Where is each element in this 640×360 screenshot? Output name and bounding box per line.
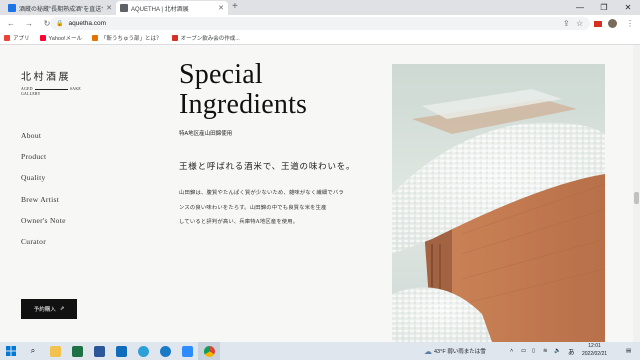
forward-button[interactable]: → bbox=[22, 17, 36, 31]
bookmark-item[interactable]: オーブン飲み会の作成... bbox=[171, 34, 240, 42]
browser-toolbar: ← → ↻ 🔒 aquetha.com ⇪ ☆ ⋮ bbox=[0, 15, 640, 32]
windows-logo-icon bbox=[6, 346, 16, 356]
close-window-button[interactable]: ✕ bbox=[616, 0, 640, 15]
word-icon[interactable] bbox=[88, 342, 110, 360]
maximize-button[interactable]: ❐ bbox=[592, 0, 616, 15]
body-line: 山田錦は、腹質やたんぱく質が少ないため、雑味がなく繊細でバラ bbox=[179, 190, 344, 196]
ime-indicator[interactable]: あ bbox=[568, 342, 575, 360]
tab-inactive[interactable]: 酒蔵の秘蔵"長期熟成酒"を直送サ... ✕ bbox=[4, 1, 116, 15]
bookmarks-bar: アプリ Yahoo!メール 「斬うちゅう部」とは？ オーブン飲み会の作成... bbox=[0, 32, 640, 45]
tab-active[interactable]: AQUETHA | 北村酒展 ✕ bbox=[116, 1, 228, 15]
start-button[interactable] bbox=[0, 342, 22, 360]
edge-dev-icon[interactable] bbox=[154, 342, 176, 360]
bookmark-label: アプリ bbox=[13, 36, 30, 42]
bookmark-yahoo[interactable]: Yahoo!メール bbox=[39, 34, 83, 42]
site-logo[interactable]: 北村酒展 Aged Sake Gallery bbox=[21, 68, 81, 96]
body-line: していると評判が高い、兵庫特A地区産を使用。 bbox=[179, 219, 299, 226]
external-link-icon: ⇗ bbox=[59, 306, 65, 312]
page-title: Special Ingredients bbox=[179, 60, 307, 120]
section-body: 山田錦は、腹質やたんぱく質が少ないため、雑味がなく繊細でバラ ンスの良い味わいを… bbox=[179, 186, 379, 230]
logo-sub-left: Aged bbox=[21, 87, 33, 91]
apps-grid-icon bbox=[4, 35, 10, 41]
battery-icon[interactable]: ▯ bbox=[532, 342, 535, 360]
address-bar[interactable]: 🔒 aquetha.com bbox=[50, 17, 590, 30]
title-line-1: Special bbox=[179, 59, 263, 90]
tab-close-icon[interactable]: ✕ bbox=[218, 4, 224, 12]
chevron-up-icon[interactable]: ˄ bbox=[510, 342, 513, 360]
weather-widget[interactable]: ☁ 43°F 弱い雨または雪 bbox=[424, 342, 486, 360]
tab-title: AQUETHA | 北村酒展 bbox=[131, 6, 189, 13]
file-explorer-icon[interactable] bbox=[44, 342, 66, 360]
search-icon[interactable]: ⌕ bbox=[22, 342, 44, 360]
logo-kanji: 北村酒展 bbox=[21, 72, 71, 83]
wifi-icon[interactable]: ≋ bbox=[543, 342, 548, 360]
bookmark-item[interactable]: 「斬うちゅう部」とは？ bbox=[92, 34, 162, 42]
body-line: ンスの良い味わいをたらす。山田錦の中でも良質な米を生産 bbox=[179, 204, 327, 211]
tab-favicon-icon bbox=[8, 4, 16, 12]
rice-photo bbox=[392, 64, 605, 342]
zoom-icon[interactable] bbox=[176, 342, 198, 360]
tab-favicon-icon bbox=[120, 4, 128, 12]
lock-icon: 🔒 bbox=[56, 21, 64, 27]
bookmark-apps[interactable]: アプリ bbox=[4, 34, 30, 42]
logo-subtitle: Aged Sake bbox=[21, 87, 81, 91]
system-clock[interactable]: 12:01 2022/02/21 bbox=[582, 343, 607, 358]
tab-title: 酒蔵の秘蔵"長期熟成酒"を直送サ... bbox=[19, 6, 104, 13]
chrome-icon[interactable] bbox=[198, 342, 220, 360]
yahoo-icon bbox=[39, 35, 46, 41]
page-subtitle: 特A地区産山田錦使用 bbox=[179, 131, 233, 137]
excel-icon[interactable] bbox=[66, 342, 88, 360]
edge-icon[interactable] bbox=[132, 342, 154, 360]
url-text: aquetha.com bbox=[68, 20, 107, 27]
scrollbar-thumb[interactable] bbox=[634, 192, 639, 204]
browser-titlebar: 酒蔵の秘蔵"長期熟成酒"を直送サ... ✕ AQUETHA | 北村酒展 ✕ +… bbox=[0, 0, 640, 15]
nav-brew-artist[interactable]: Brew Artist bbox=[21, 195, 66, 216]
bookmark-label: Yahoo!メール bbox=[48, 36, 83, 42]
nav-curator[interactable]: Curator bbox=[21, 237, 66, 258]
reserve-button[interactable]: 予約購入 ⇗ bbox=[21, 299, 77, 319]
weather-text: 43°F 弱い雨または雪 bbox=[434, 349, 486, 355]
new-tab-button[interactable]: + bbox=[232, 1, 238, 12]
back-button[interactable]: ← bbox=[4, 17, 18, 31]
menu-icon[interactable]: ⋮ bbox=[626, 16, 634, 31]
bookmark-favicon-icon bbox=[171, 35, 178, 41]
logo-sub-right: Sake bbox=[69, 87, 81, 91]
logo-divider bbox=[34, 88, 68, 90]
windows-taskbar: ⌕ ☁ 43°F 弱い雨または雪 ˄ ▭ ▯ ≋ 🔈 あ 12:01 2022/… bbox=[0, 342, 640, 360]
clock-time: 12:01 bbox=[588, 343, 601, 349]
bookmark-label: 「斬うちゅう部」とは？ bbox=[101, 36, 162, 42]
outlook-icon[interactable] bbox=[110, 342, 132, 360]
title-line-2: Ingredients bbox=[179, 89, 308, 120]
clock-date: 2022/02/21 bbox=[582, 350, 608, 357]
side-navigation: About Product Quality Brew Artist Owner'… bbox=[21, 131, 66, 258]
network-icon[interactable]: ▭ bbox=[521, 342, 526, 360]
rice-masu-illustration bbox=[392, 64, 605, 342]
bookmark-label: オーブン飲み会の作成... bbox=[180, 36, 240, 42]
bookmark-star-icon[interactable]: ☆ bbox=[576, 16, 583, 31]
cloud-icon: ☁ bbox=[424, 346, 432, 356]
extension-icon[interactable] bbox=[594, 16, 602, 31]
nav-about[interactable]: About bbox=[21, 131, 66, 152]
page-viewport: 北村酒展 Aged Sake Gallery About Product Qua… bbox=[0, 45, 633, 342]
bookmark-favicon-icon bbox=[92, 35, 99, 41]
profile-avatar[interactable] bbox=[608, 16, 617, 31]
nav-product[interactable]: Product bbox=[21, 152, 66, 173]
tab-close-icon[interactable]: ✕ bbox=[106, 4, 112, 12]
logo-gallery: Gallery bbox=[21, 92, 41, 96]
nav-owners-note[interactable]: Owner's Note bbox=[21, 216, 66, 237]
share-icon[interactable]: ⇪ bbox=[563, 16, 570, 31]
volume-icon[interactable]: 🔈 bbox=[554, 342, 561, 360]
reserve-label: 予約購入 bbox=[33, 307, 56, 313]
page-scrollbar[interactable] bbox=[633, 45, 640, 342]
nav-quality[interactable]: Quality bbox=[21, 173, 66, 194]
section-heading: 王様と呼ばれる酒米で、王道の味わいを。 bbox=[179, 162, 356, 172]
minimize-button[interactable]: — bbox=[568, 0, 592, 15]
notification-icon[interactable]: ▤ bbox=[626, 342, 631, 360]
